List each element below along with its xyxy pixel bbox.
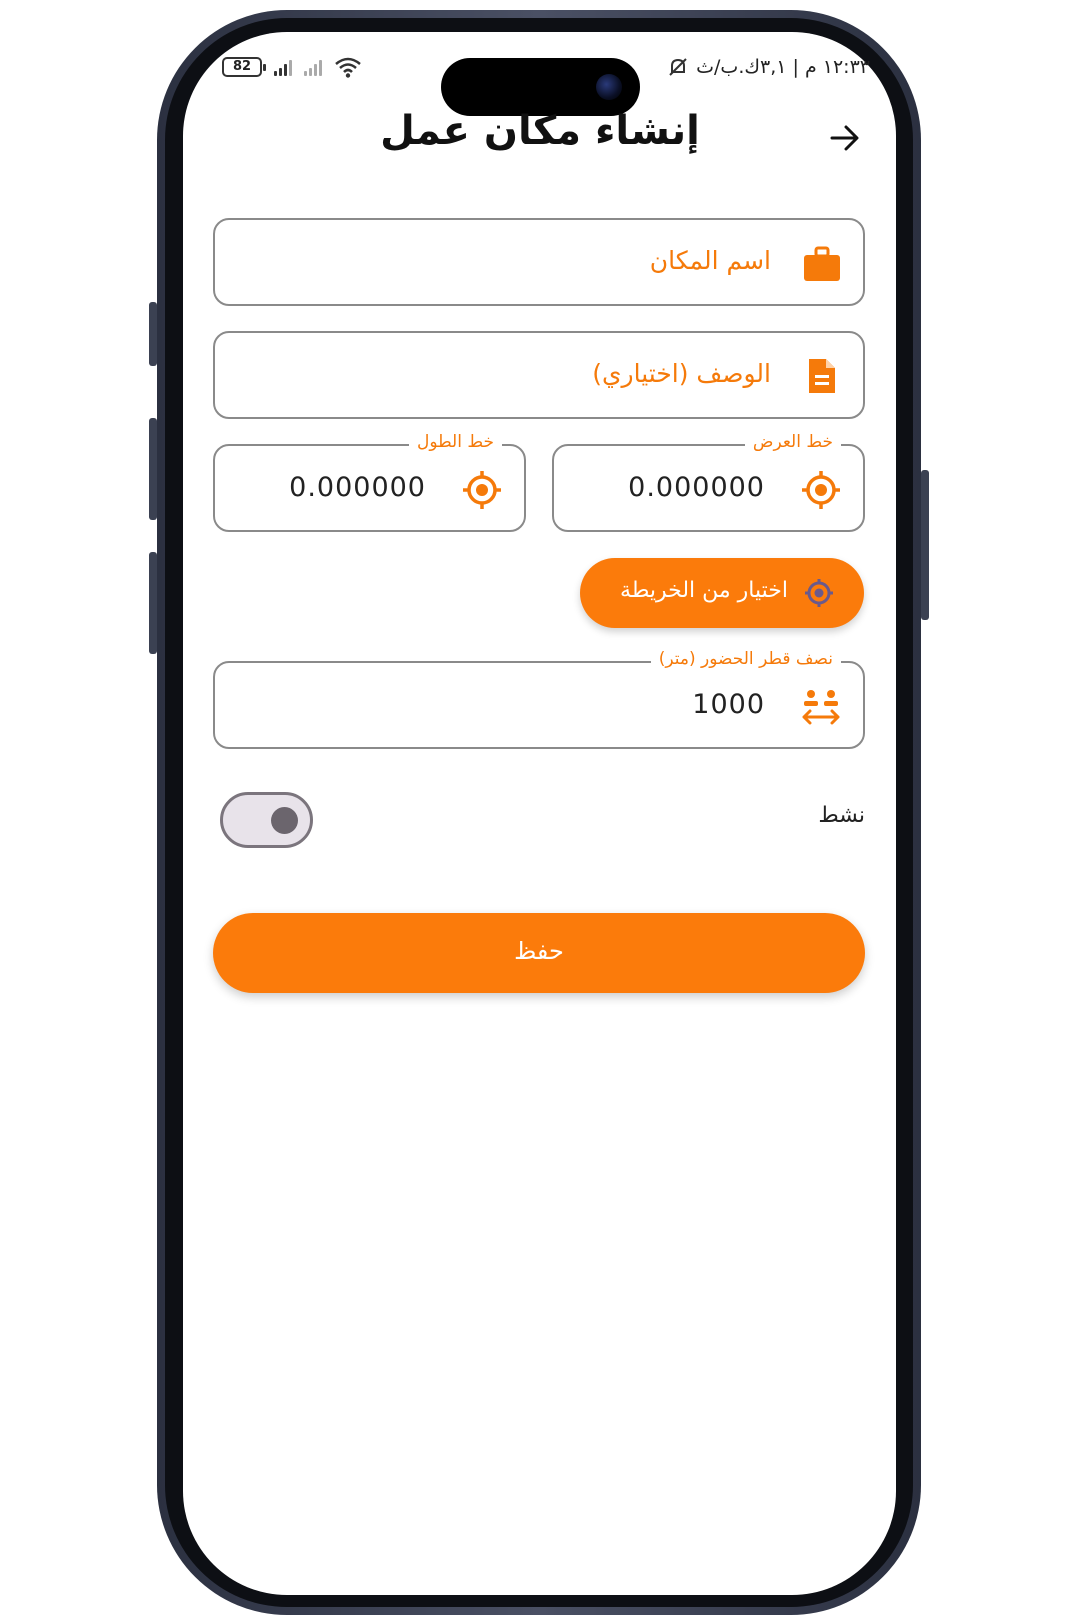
status-bar-right: ١٢:٣٣ م | ٣,١ك.ب/ث (666, 52, 870, 82)
target-icon (805, 579, 833, 607)
status-time: ١٢:٣٣ م | ٣,١ك.ب/ث (696, 56, 870, 78)
longitude-value: 0.000000 (289, 472, 426, 503)
signal-icon-secondary (304, 58, 322, 76)
status-bar-left: 82 (222, 52, 362, 82)
save-label: حفظ (514, 937, 564, 965)
active-toggle[interactable] (220, 792, 313, 848)
latitude-label: خط العرض (744, 432, 841, 452)
pick-from-map-label: اختيار من الخريطة (620, 578, 788, 603)
longitude-field[interactable]: خط الطول 0.000000 (213, 432, 526, 532)
longitude-label: خط الطول (408, 432, 502, 452)
front-camera (596, 74, 622, 100)
side-button-volume-up (149, 418, 157, 520)
save-button[interactable]: حفظ (213, 913, 865, 993)
crosshair-icon (802, 471, 840, 509)
pick-from-map-button[interactable]: اختيار من الخريطة (580, 558, 864, 628)
latitude-field[interactable]: خط العرض 0.000000 (552, 432, 865, 532)
radius-value: 1000 (692, 689, 765, 720)
signal-icon (274, 58, 292, 76)
back-arrow-icon[interactable] (824, 118, 864, 158)
radius-label: نصف قطر الحضور (متر) (650, 649, 841, 669)
description-field[interactable]: الوصف (اختياري) (213, 331, 865, 419)
side-button-action (149, 302, 157, 366)
radius-people-icon (802, 690, 840, 725)
place-name-field[interactable]: اسم المكان (213, 218, 865, 306)
briefcase-icon (804, 246, 840, 281)
side-button-volume-down (149, 552, 157, 654)
crosshair-icon (463, 471, 501, 509)
active-label: نشط (818, 803, 865, 828)
radius-field[interactable]: نصف قطر الحضور (متر) 1000 (213, 649, 865, 749)
wifi-icon (335, 57, 361, 78)
toggle-knob (271, 807, 298, 834)
battery-icon: 82 (222, 57, 266, 77)
page-title: إنشاء مكان عمل (380, 108, 700, 154)
latitude-value: 0.000000 (628, 472, 765, 503)
description-placeholder: الوصف (اختياري) (592, 359, 771, 388)
document-icon (809, 359, 835, 393)
place-name-placeholder: اسم المكان (649, 246, 771, 275)
side-button-power (921, 470, 929, 620)
muted-bell-icon (669, 58, 687, 76)
